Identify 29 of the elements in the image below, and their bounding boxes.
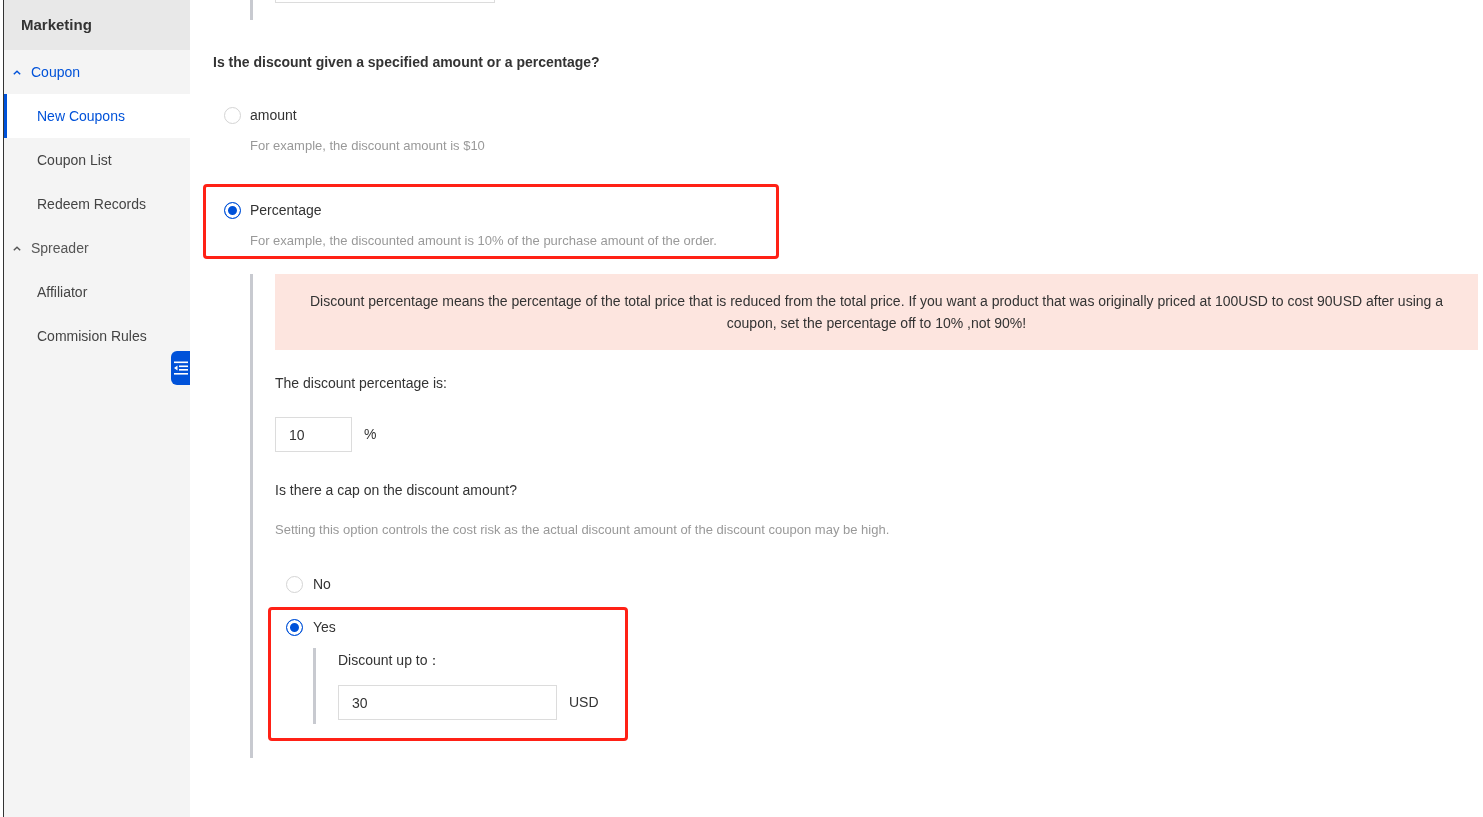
sidebar-item[interactable]: Commision Rules: [4, 314, 190, 358]
input-field[interactable]: [275, 0, 495, 3]
unit-label: %: [364, 425, 377, 444]
radio-button[interactable]: [224, 201, 241, 219]
hint-text: For example, the discounted amount is 10% of the purchase amount of the order.: [250, 232, 718, 250]
hint-text: Setting this option controls the cost risk as the actual discount amount of the discount coupon may be high.: [275, 521, 891, 539]
question-text: Is there a cap on the discount amount?: [275, 481, 519, 500]
sidebar-group-header[interactable]: Coupon: [4, 50, 190, 94]
radio-label[interactable]: amount: [250, 104, 297, 126]
sidebar-item[interactable]: Coupon List: [4, 138, 190, 182]
percentage-input[interactable]: 10: [275, 417, 352, 452]
field-label: The discount percentage is:: [275, 374, 448, 393]
list-arrow-icon: [173, 361, 188, 375]
limit-input[interactable]: 30: [338, 685, 557, 720]
field-label: Discount up to：: [338, 651, 443, 670]
radio-label[interactable]: Yes: [313, 616, 336, 638]
unit-label: USD: [569, 693, 599, 712]
hint-text: For example, the discount amount is $10: [250, 137, 486, 155]
sidebar-toggle-button[interactable]: [171, 351, 190, 385]
sidebar-item[interactable]: New Coupons: [4, 94, 190, 138]
radio-label[interactable]: No: [313, 573, 331, 595]
radio-label[interactable]: Percentage: [250, 199, 322, 221]
sidebar-item[interactable]: Redeem Records: [4, 182, 190, 226]
sidebar-item[interactable]: Affiliator: [4, 270, 190, 314]
sidebar-title: Marketing: [4, 0, 190, 50]
radio-button[interactable]: [286, 618, 303, 636]
question-text: Is the discount given a specified amount or a percentage?: [213, 53, 601, 72]
notice-message: Discount percentage means the percentage of the total price that is reduced from the total price. If you want a product that was originally priced at 100USD to cost 90USD after using a coupon, set the percentage off to 10% ,not 90%!: [275, 274, 1478, 350]
sidebar-group-header[interactable]: Spreader: [4, 226, 190, 270]
